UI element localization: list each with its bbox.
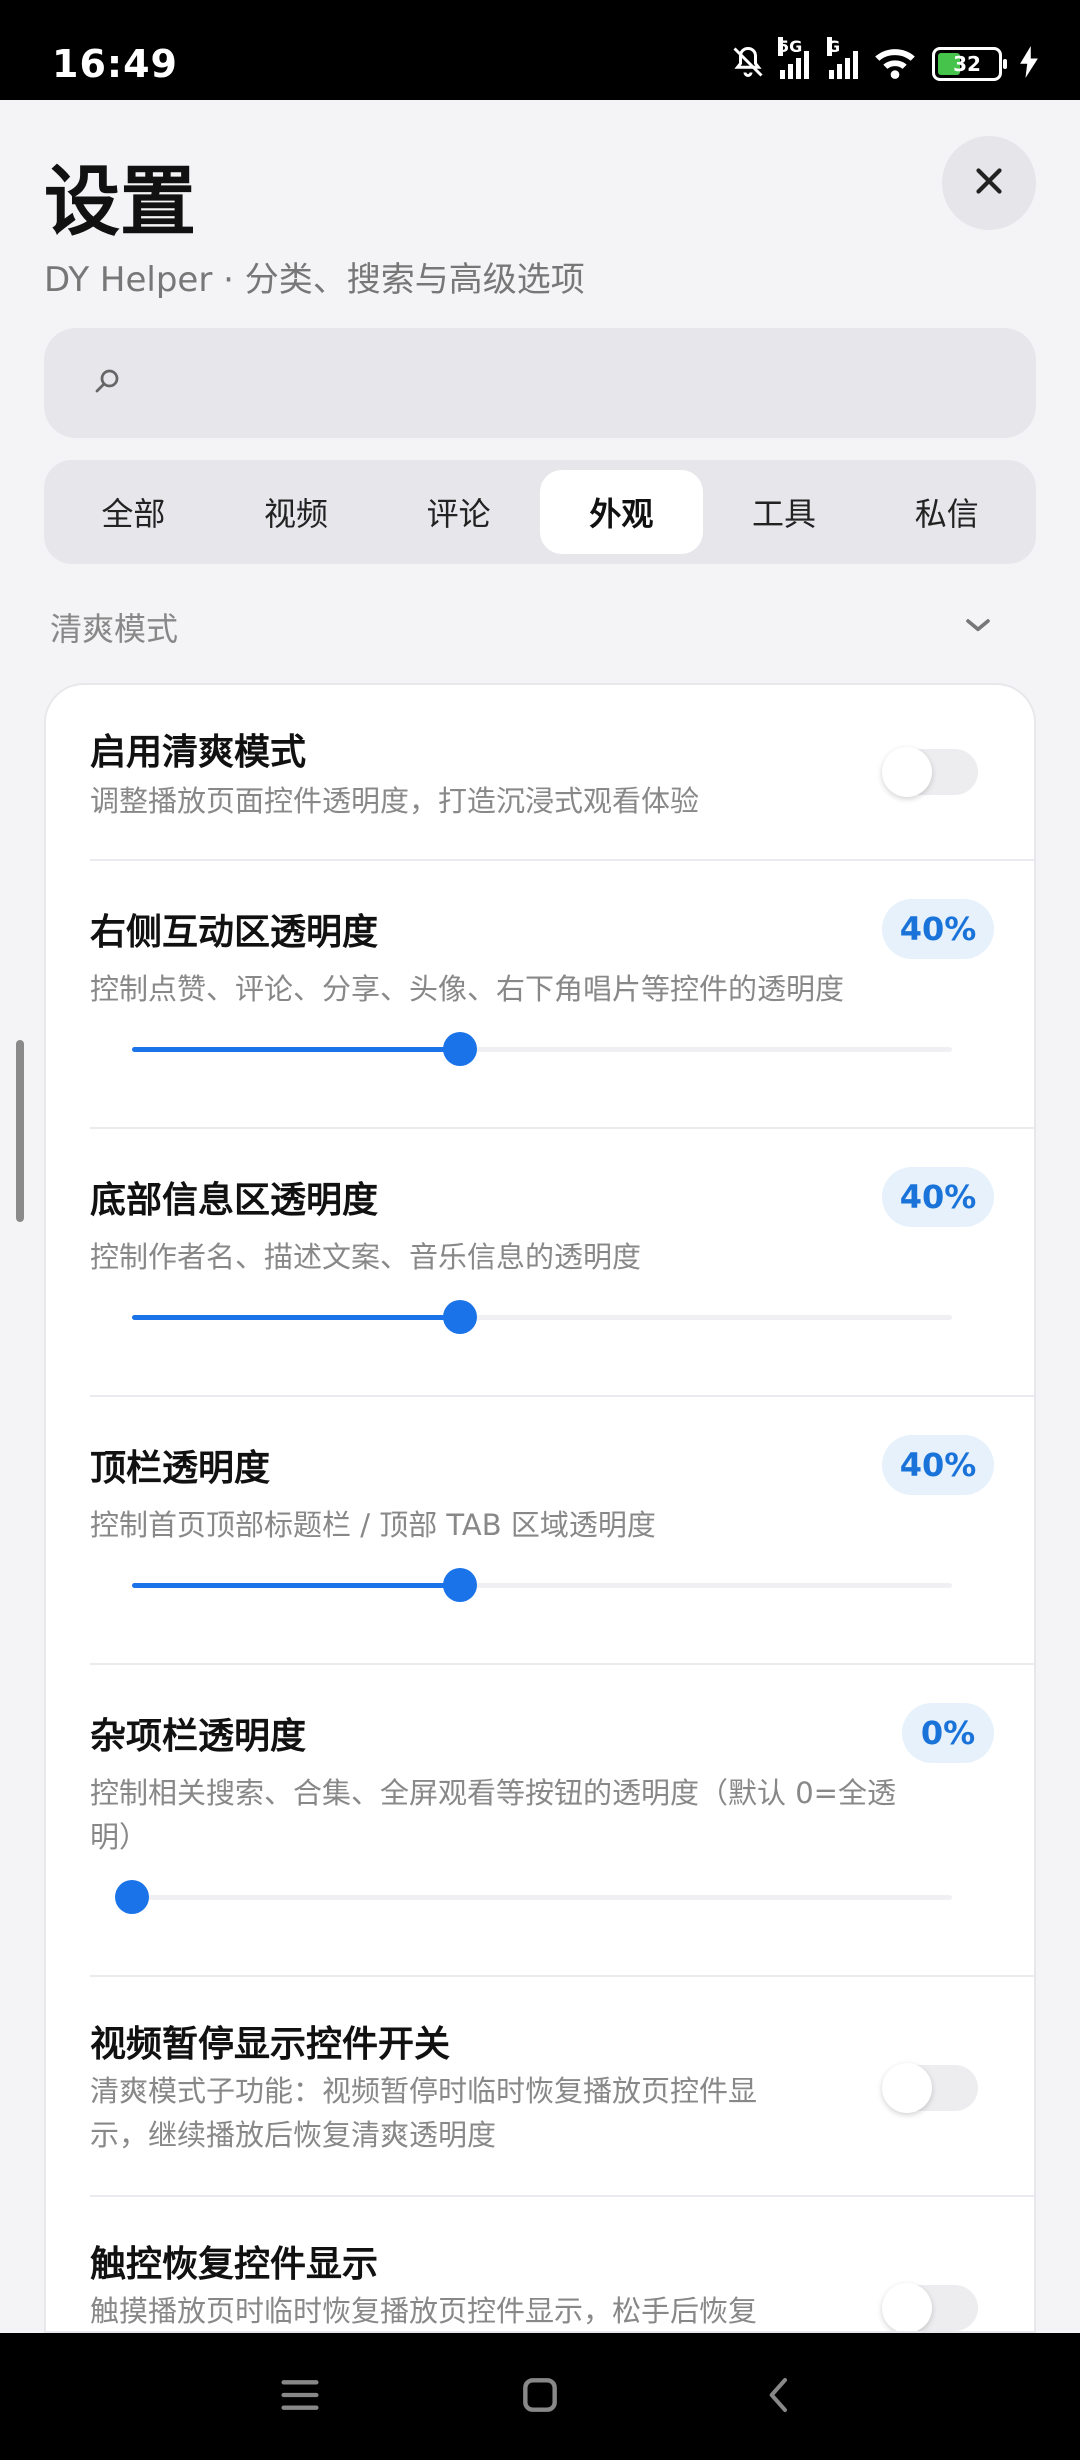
setting-title: 右侧互动区透明度 xyxy=(90,912,379,953)
setting-title: 杂项栏透明度 xyxy=(90,1716,307,1757)
slider-thumb[interactable] xyxy=(443,1032,477,1066)
setting-desc: 控制点赞、评论、分享、头像、右下角唱片等控件的透明度 xyxy=(90,972,845,1006)
slider-thumb[interactable] xyxy=(443,1568,477,1602)
home-icon[interactable] xyxy=(508,2363,572,2427)
setting-enable-clean-mode[interactable]: 启用清爽模式 调整播放页面控件透明度，打造沉浸式观看体验 xyxy=(46,685,1034,861)
search-input[interactable] xyxy=(142,363,1002,403)
settings-card: 启用清爽模式 调整播放页面控件透明度，打造沉浸式观看体验 右侧互动区透明度 40… xyxy=(44,683,1036,2333)
toggle-switch[interactable] xyxy=(882,747,978,797)
wifi-icon xyxy=(872,44,918,84)
search-bar[interactable] xyxy=(44,328,1036,438)
setting-title: 视频暂停显示控件开关 xyxy=(90,2024,451,2065)
search-icon xyxy=(92,366,122,400)
value-badge: 40% xyxy=(882,899,994,959)
close-button[interactable] xyxy=(942,136,1036,230)
setting-desc: 控制作者名、描述文案、音乐信息的透明度 xyxy=(90,1240,642,1274)
setting-pause-show-controls[interactable]: 视频暂停显示控件开关 清爽模式子功能：视频暂停时临时恢复播放页控件显 示，继续播… xyxy=(46,1977,1034,2197)
charging-icon xyxy=(1020,46,1038,82)
menu-icon[interactable] xyxy=(268,2363,332,2427)
slider-thumb[interactable] xyxy=(443,1300,477,1334)
status-bar: 16:49 5G G 32 xyxy=(0,0,1080,100)
status-icons: 5G G 32 xyxy=(730,37,1038,84)
toggle-switch[interactable] xyxy=(882,2283,978,2331)
setting-bottom-area-opacity: 底部信息区透明度 40% 控制作者名、描述文案、音乐信息的透明度 xyxy=(46,1129,1034,1397)
scroll-indicator[interactable] xyxy=(16,1040,24,1222)
setting-title: 底部信息区透明度 xyxy=(90,1180,379,1221)
tab-appearance[interactable]: 外观 xyxy=(540,470,703,554)
setting-title: 启用清爽模式 xyxy=(90,732,307,773)
close-icon xyxy=(971,163,1007,203)
status-time: 16:49 xyxy=(52,42,178,86)
tab-tools[interactable]: 工具 xyxy=(703,470,866,554)
setting-top-bar-opacity: 顶栏透明度 40% 控制首页顶部标题栏 / 顶部 TAB 区域透明度 xyxy=(46,1397,1034,1665)
toggle-switch[interactable] xyxy=(882,2063,978,2113)
opacity-slider[interactable] xyxy=(132,1032,952,1066)
opacity-slider[interactable] xyxy=(132,1568,952,1602)
page-title: 设置 xyxy=(44,157,196,246)
value-badge: 40% xyxy=(882,1167,994,1227)
value-badge: 0% xyxy=(902,1703,994,1763)
setting-desc: 明） xyxy=(90,1820,149,1854)
setting-desc: 控制首页顶部标题栏 / 顶部 TAB 区域透明度 xyxy=(90,1508,656,1542)
setting-title: 触控恢复控件显示 xyxy=(90,2244,379,2285)
tab-all[interactable]: 全部 xyxy=(52,470,215,554)
back-icon[interactable] xyxy=(748,2363,812,2427)
setting-misc-bar-opacity: 杂项栏透明度 0% 控制相关搜索、合集、全屏观看等按钮的透明度（默认 0=全透 … xyxy=(46,1665,1034,1977)
setting-touch-restore-controls[interactable]: 触控恢复控件显示 触摸播放页时临时恢复播放页控件显示，松手后恢复 xyxy=(46,2197,1034,2331)
value-badge: 40% xyxy=(882,1435,994,1495)
setting-desc: 控制相关搜索、合集、全屏观看等按钮的透明度（默认 0=全透 xyxy=(90,1776,896,1810)
signal-icon: G xyxy=(827,37,858,79)
setting-desc: 触摸播放页时临时恢复播放页控件显示，松手后恢复 xyxy=(90,2294,758,2328)
opacity-slider[interactable] xyxy=(132,1300,952,1334)
navigation-bar xyxy=(0,2333,1080,2460)
battery-icon: 32 xyxy=(932,47,1007,81)
slider-thumb[interactable] xyxy=(115,1880,149,1914)
section-title[interactable]: 清爽模式 xyxy=(50,604,178,650)
setting-desc: 清爽模式子功能：视频暂停时临时恢复播放页控件显 xyxy=(90,2074,758,2108)
setting-desc: 调整播放页面控件透明度，打造沉浸式观看体验 xyxy=(90,784,700,818)
page-subtitle: DY Helper · 分类、搜索与高级选项 xyxy=(44,260,585,300)
signal-icon: 5G xyxy=(778,37,809,79)
tab-comments[interactable]: 评论 xyxy=(377,470,540,554)
mute-bell-icon xyxy=(730,44,766,84)
setting-right-area-opacity: 右侧互动区透明度 40% 控制点赞、评论、分享、头像、右下角唱片等控件的透明度 xyxy=(46,861,1034,1129)
opacity-slider[interactable] xyxy=(115,1880,952,1914)
chevron-down-icon[interactable] xyxy=(958,606,998,646)
setting-desc: 示，继续播放后恢复清爽透明度 xyxy=(90,2118,497,2152)
setting-title: 顶栏透明度 xyxy=(90,1448,271,1489)
category-tabs: 全部 视频 评论 外观 工具 私信 xyxy=(44,460,1036,564)
tab-messages[interactable]: 私信 xyxy=(865,470,1028,554)
tab-video[interactable]: 视频 xyxy=(215,470,378,554)
